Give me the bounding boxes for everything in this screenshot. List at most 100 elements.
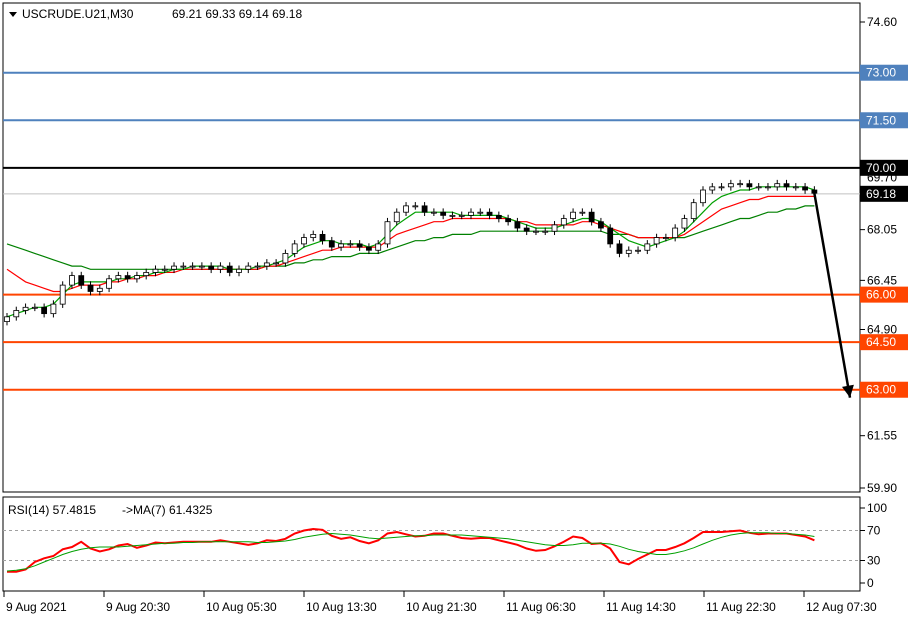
time-tick-label: 10 Aug 05:30 bbox=[206, 600, 277, 614]
time-tick-label: 11 Aug 22:30 bbox=[706, 600, 776, 614]
candle-body bbox=[449, 214, 456, 217]
candle-body bbox=[356, 243, 363, 248]
candle-body bbox=[87, 284, 94, 292]
candle-body bbox=[254, 265, 261, 268]
level-price-label: 64.50 bbox=[866, 335, 896, 349]
candle-body bbox=[662, 237, 669, 239]
time-tick-label: 10 Aug 21:30 bbox=[406, 600, 477, 614]
time-tick-label: 10 Aug 13:30 bbox=[306, 600, 377, 614]
candle-body bbox=[468, 211, 474, 216]
candle-body bbox=[653, 237, 660, 245]
candle-body bbox=[440, 211, 447, 216]
candle-body bbox=[560, 218, 567, 226]
candle-body bbox=[570, 211, 576, 219]
candle-body bbox=[22, 306, 29, 311]
price-tick-label: 59.90 bbox=[867, 481, 897, 495]
candle-body bbox=[69, 275, 75, 286]
candle-body bbox=[319, 233, 326, 242]
candle-body bbox=[421, 205, 428, 213]
price-tick-label: 74.60 bbox=[867, 15, 897, 29]
candle-body bbox=[245, 265, 252, 270]
candle-body bbox=[523, 227, 530, 232]
candle-body bbox=[588, 211, 595, 223]
candle-body bbox=[273, 262, 280, 265]
candle-body bbox=[217, 265, 224, 270]
candle-body bbox=[542, 230, 549, 233]
candle-body bbox=[366, 246, 372, 251]
candle-body bbox=[495, 214, 502, 219]
candle-body bbox=[393, 211, 400, 223]
rsi-ma-label: ->MA(7) 61.4325 bbox=[122, 503, 213, 517]
candle-body bbox=[41, 306, 48, 315]
candle-body bbox=[375, 243, 382, 251]
rsi-label: RSI(14) 57.4815 bbox=[8, 503, 96, 517]
level-price-label: 66.00 bbox=[866, 288, 896, 302]
rsi-tick-label: 30 bbox=[867, 554, 881, 568]
candle-body bbox=[236, 268, 242, 273]
candle-body bbox=[198, 265, 205, 268]
candle-body bbox=[811, 189, 818, 194]
candle-body bbox=[208, 265, 215, 270]
candle-body bbox=[625, 249, 632, 254]
level-price-label: 70.00 bbox=[866, 161, 896, 175]
candle-body bbox=[774, 183, 781, 188]
candle-body bbox=[106, 278, 112, 289]
price-tick-label: 68.05 bbox=[867, 223, 897, 237]
candle-body bbox=[755, 186, 762, 189]
candle-body bbox=[161, 268, 168, 271]
candle-body bbox=[737, 183, 744, 186]
candle-body bbox=[458, 214, 465, 217]
price-tick-label: 61.55 bbox=[867, 429, 897, 443]
candle-body bbox=[384, 221, 391, 245]
candle-body bbox=[134, 275, 140, 280]
candle-body bbox=[644, 243, 651, 251]
candle-body bbox=[533, 230, 539, 233]
candle-body bbox=[328, 240, 335, 248]
candle-body bbox=[124, 275, 131, 280]
time-tick-label: 9 Aug 20:30 bbox=[106, 600, 170, 614]
candle-body bbox=[672, 227, 679, 238]
time-tick-label: 9 Aug 2021 bbox=[6, 600, 67, 614]
candle-body bbox=[301, 237, 307, 245]
rsi-tick-label: 70 bbox=[867, 524, 881, 538]
candle-body bbox=[282, 253, 289, 264]
candle-body bbox=[403, 205, 409, 213]
ohlc-values: 69.21 69.33 69.14 69.18 bbox=[172, 7, 302, 21]
candle-body bbox=[310, 233, 317, 238]
candle-body bbox=[477, 211, 484, 214]
candle-body bbox=[4, 316, 10, 322]
candle-body bbox=[616, 243, 623, 254]
candle-body bbox=[59, 284, 66, 305]
time-axis: 9 Aug 2021 9 Aug 20:30 10 Aug 05:30 10 Aug … bbox=[3, 591, 877, 614]
candle-body bbox=[700, 189, 706, 204]
main-chart-frame bbox=[2, 2, 861, 493]
candle-body bbox=[514, 221, 521, 229]
level-price-label: 63.00 bbox=[866, 383, 896, 397]
candle-body bbox=[96, 287, 103, 292]
rsi-tick-label: 100 bbox=[867, 501, 887, 515]
candle-body bbox=[551, 224, 558, 232]
candle-body bbox=[78, 275, 85, 286]
candle-body bbox=[607, 227, 614, 245]
candle-body bbox=[412, 205, 419, 208]
candle-body bbox=[189, 265, 196, 268]
candle-body bbox=[115, 275, 122, 280]
candle-body bbox=[765, 186, 771, 189]
current-price-label: 69.18 bbox=[866, 187, 896, 201]
candle-body bbox=[802, 186, 808, 191]
rsi-tick-label: 0 bbox=[867, 576, 874, 590]
chart-canvas[interactable]: USCRUDE.U21,M30 69.21 69.33 69.14 69.18 … bbox=[0, 0, 923, 625]
candle-body bbox=[13, 310, 20, 318]
level-price-label: 73.00 bbox=[866, 66, 896, 80]
time-tick-label: 11 Aug 06:30 bbox=[506, 600, 576, 614]
candle-body bbox=[709, 186, 716, 191]
price-axis: 74.6071.5568.0566.4564.9061.5559.9069.70… bbox=[860, 15, 908, 495]
candle-body bbox=[338, 243, 344, 248]
candle-body bbox=[792, 186, 799, 189]
candle-body bbox=[746, 183, 753, 188]
candle-body bbox=[152, 268, 159, 273]
candle-body bbox=[263, 262, 270, 267]
candle-body bbox=[180, 265, 187, 268]
candle-body bbox=[718, 186, 725, 189]
time-tick-label: 11 Aug 14:30 bbox=[606, 600, 676, 614]
